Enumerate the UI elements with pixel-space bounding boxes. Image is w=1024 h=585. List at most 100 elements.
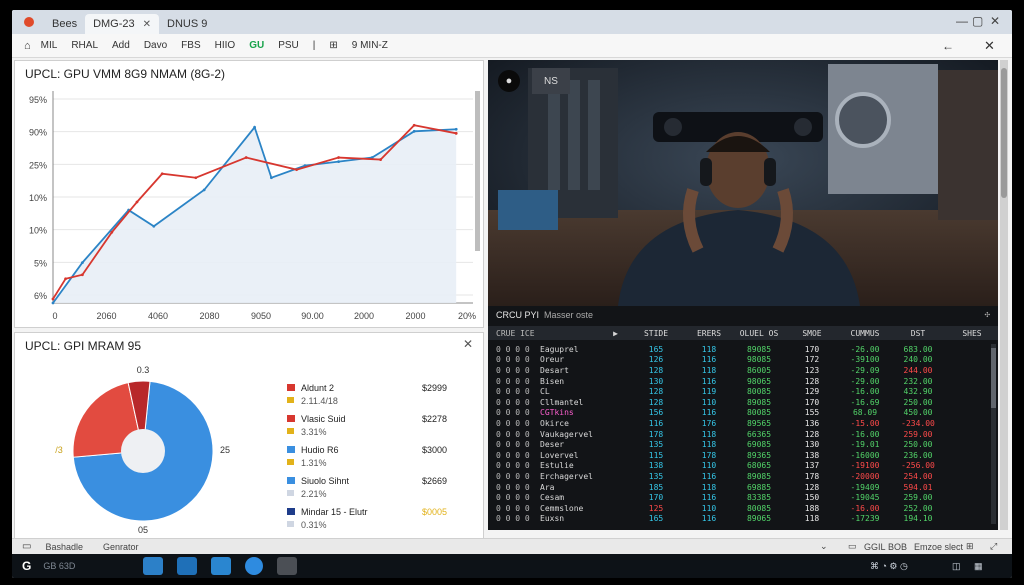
home-icon[interactable]: ⌂ [24,40,31,52]
table-cell: 178 [648,429,664,439]
table-row[interactable]: 0 0 0 0 Desart 128 118 86005 123 -29.09 244.00 [488,365,998,376]
legend-sub-swatch [287,428,294,434]
tab-bees[interactable]: Bees [44,14,85,34]
table-row[interactable]: 0 0 0 0 Oreur 126 116 98085 172 -39100 240.00 [488,355,998,366]
close-window-icon[interactable]: ✕ [990,14,1000,28]
minimize-icon[interactable]: — [956,14,968,28]
toolbar-item[interactable]: FBS [181,40,200,51]
app-icon-check[interactable] [211,557,232,575]
table-cell: Vaukagervel [540,429,593,439]
col-header[interactable]: STIDE [628,329,684,338]
toolbar-item[interactable]: 9 MIN-Z [352,40,388,51]
table-cell: 110 [701,503,717,513]
toolbar-item[interactable]: Add [112,40,130,51]
data-point [202,188,206,192]
table-row[interactable]: 0 0 0 0 CGTkins 156 116 80085 155 68.09 450.00 [488,408,998,419]
table-cell: Cllmantel [540,397,584,407]
settings-icon[interactable]: ✣ [985,310,990,320]
expand-icon[interactable]: ⤢ [990,541,997,552]
table-cell: -19100 [850,461,880,471]
table-cell: 68.09 [852,408,878,418]
table-row[interactable]: 0 0 0 0 Okirce 116 176 89565 136 -15.00 -234.00 [488,418,998,429]
app-icon-arrow[interactable] [177,557,198,575]
maximize-icon[interactable]: ▢ [972,14,983,28]
window-icon[interactable]: ▭ [848,541,857,552]
toolbar-item[interactable]: GU [249,40,264,51]
record-icon[interactable]: ● [498,70,520,92]
status-item[interactable]: Genrator [103,542,139,552]
back-arrow-icon[interactable]: ← [942,39,954,53]
table-row[interactable]: 0 0 0 0 Erchagervel 135 116 89085 178 -20000 25… [488,471,998,482]
table-row[interactable]: 0 0 0 0 CL 128 119 80085 129 -16.00 432.90 [488,386,998,397]
tab-label: DMG-23 [93,18,135,30]
table-row[interactable]: 0 0 0 0 Euxsn 165 116 89065 118 -17239 194.10 [488,514,998,525]
tab-dmg[interactable]: DMG-23 ✕ [85,14,160,34]
table-row[interactable]: 0 0 0 0 Deser 135 118 69085 130 -19.01 250.00 [488,439,998,450]
col-header[interactable]: CUMMUS [840,329,890,338]
legend-sub-swatch [287,397,294,403]
grid-icon[interactable]: ⊞ [966,541,974,552]
col-header[interactable]: SHES [946,329,998,338]
scrollbar[interactable] [1000,60,1008,530]
close-icon[interactable]: ✕ [143,19,151,30]
table-row[interactable]: 0 0 0 0 Cesam 170 116 83385 150 -19045 259.00 [488,492,998,503]
col-header[interactable]: SMOE [784,329,840,338]
legend-value: $2669 [422,476,447,486]
table-row[interactable]: 0 0 0 0 Estulie 138 110 68065 137 -19100 -256.0… [488,461,998,472]
play-icon[interactable]: ▶ [540,329,628,338]
col-header[interactable]: CRUE ICE [488,329,540,338]
toolbar-item[interactable]: PSU [278,40,299,51]
table-cell: 110 [701,461,717,471]
video-overlay-button[interactable]: NS [532,68,570,94]
scrollbar-thumb[interactable] [991,348,996,408]
table-cell: 98065 [746,376,772,386]
start-icon[interactable]: G [22,559,31,573]
table-row[interactable]: 0 0 0 0 Eaguprel 165 118 89085 170 -26.00 683.0… [488,344,998,355]
table-scrollbar[interactable] [991,344,996,524]
col-header[interactable]: OLUEL OS [734,329,784,338]
table-subtitle: Masser oste [544,310,594,320]
data-point [412,123,416,127]
tab-dnus[interactable]: DNUS 9 [159,14,215,34]
table-row[interactable]: 0 0 0 0 Bisen 130 116 98065 128 -29.00 232.00 [488,376,998,387]
toolbar-item[interactable]: RHAL [71,40,98,51]
tray-icons[interactable]: ⌘ ◔ ⚙ ◷ [870,561,908,572]
col-header[interactable]: ERERS [684,329,734,338]
table-cell: 128 [804,482,820,492]
x-tick-label: 9050 [251,311,271,321]
table-row[interactable]: 0 0 0 0 Cemmslone 125 110 80085 188 -16.00 252.… [488,503,998,514]
panel-icon[interactable]: ▭ [22,541,31,552]
data-point [270,176,273,180]
toolbar-item[interactable]: MIL [41,40,58,51]
toolbar-item[interactable]: Davo [144,40,167,51]
video-feed[interactable]: ● NS [488,60,998,306]
table-cell: 118 [701,365,717,375]
table-cell: 86005 [746,365,772,375]
tray-icon[interactable]: ▦ [974,561,983,572]
table-row[interactable]: 0 0 0 0 Cllmantel 128 110 89085 170 -16.69 250.… [488,397,998,408]
table-cell: Okirce [540,418,569,428]
toolbar-item[interactable]: HIIO [215,40,236,51]
app-icon-monitor[interactable] [143,557,164,575]
grid-icon[interactable]: ⊞ [329,40,337,51]
table-row[interactable]: 0 0 0 0 Vaukagervel 178 118 66365 128 -16.00 25… [488,429,998,440]
table-cell: 155 [804,408,820,418]
app-icon-browser[interactable] [245,557,264,575]
table-cell: 0 0 0 0 [496,365,530,375]
legend-value: $2999 [422,383,447,393]
table-row[interactable]: 0 0 0 0 Lovervel 115 178 89365 138 -16000 236.0… [488,450,998,461]
close-icon[interactable]: ✕ [984,38,995,54]
scrollbar-thumb[interactable] [1001,68,1007,198]
table-cell: 83385 [746,493,772,503]
table-cell: -39100 [850,355,880,365]
data-point [64,277,67,281]
table-cell: 89085 [746,471,772,481]
tray-icon[interactable]: ◫ [952,561,961,572]
col-header[interactable]: DST [890,329,946,338]
taskbar-search[interactable]: GB 63D [43,561,143,571]
chevron-down-icon[interactable]: ⌄ [820,541,828,552]
table-cell: 135 [648,440,664,450]
app-icon-files[interactable] [277,557,298,575]
status-item[interactable]: Bashadle [45,542,83,552]
table-row[interactable]: 0 0 0 0 Ara 185 118 69885 128 -19409 594.01 [488,482,998,493]
